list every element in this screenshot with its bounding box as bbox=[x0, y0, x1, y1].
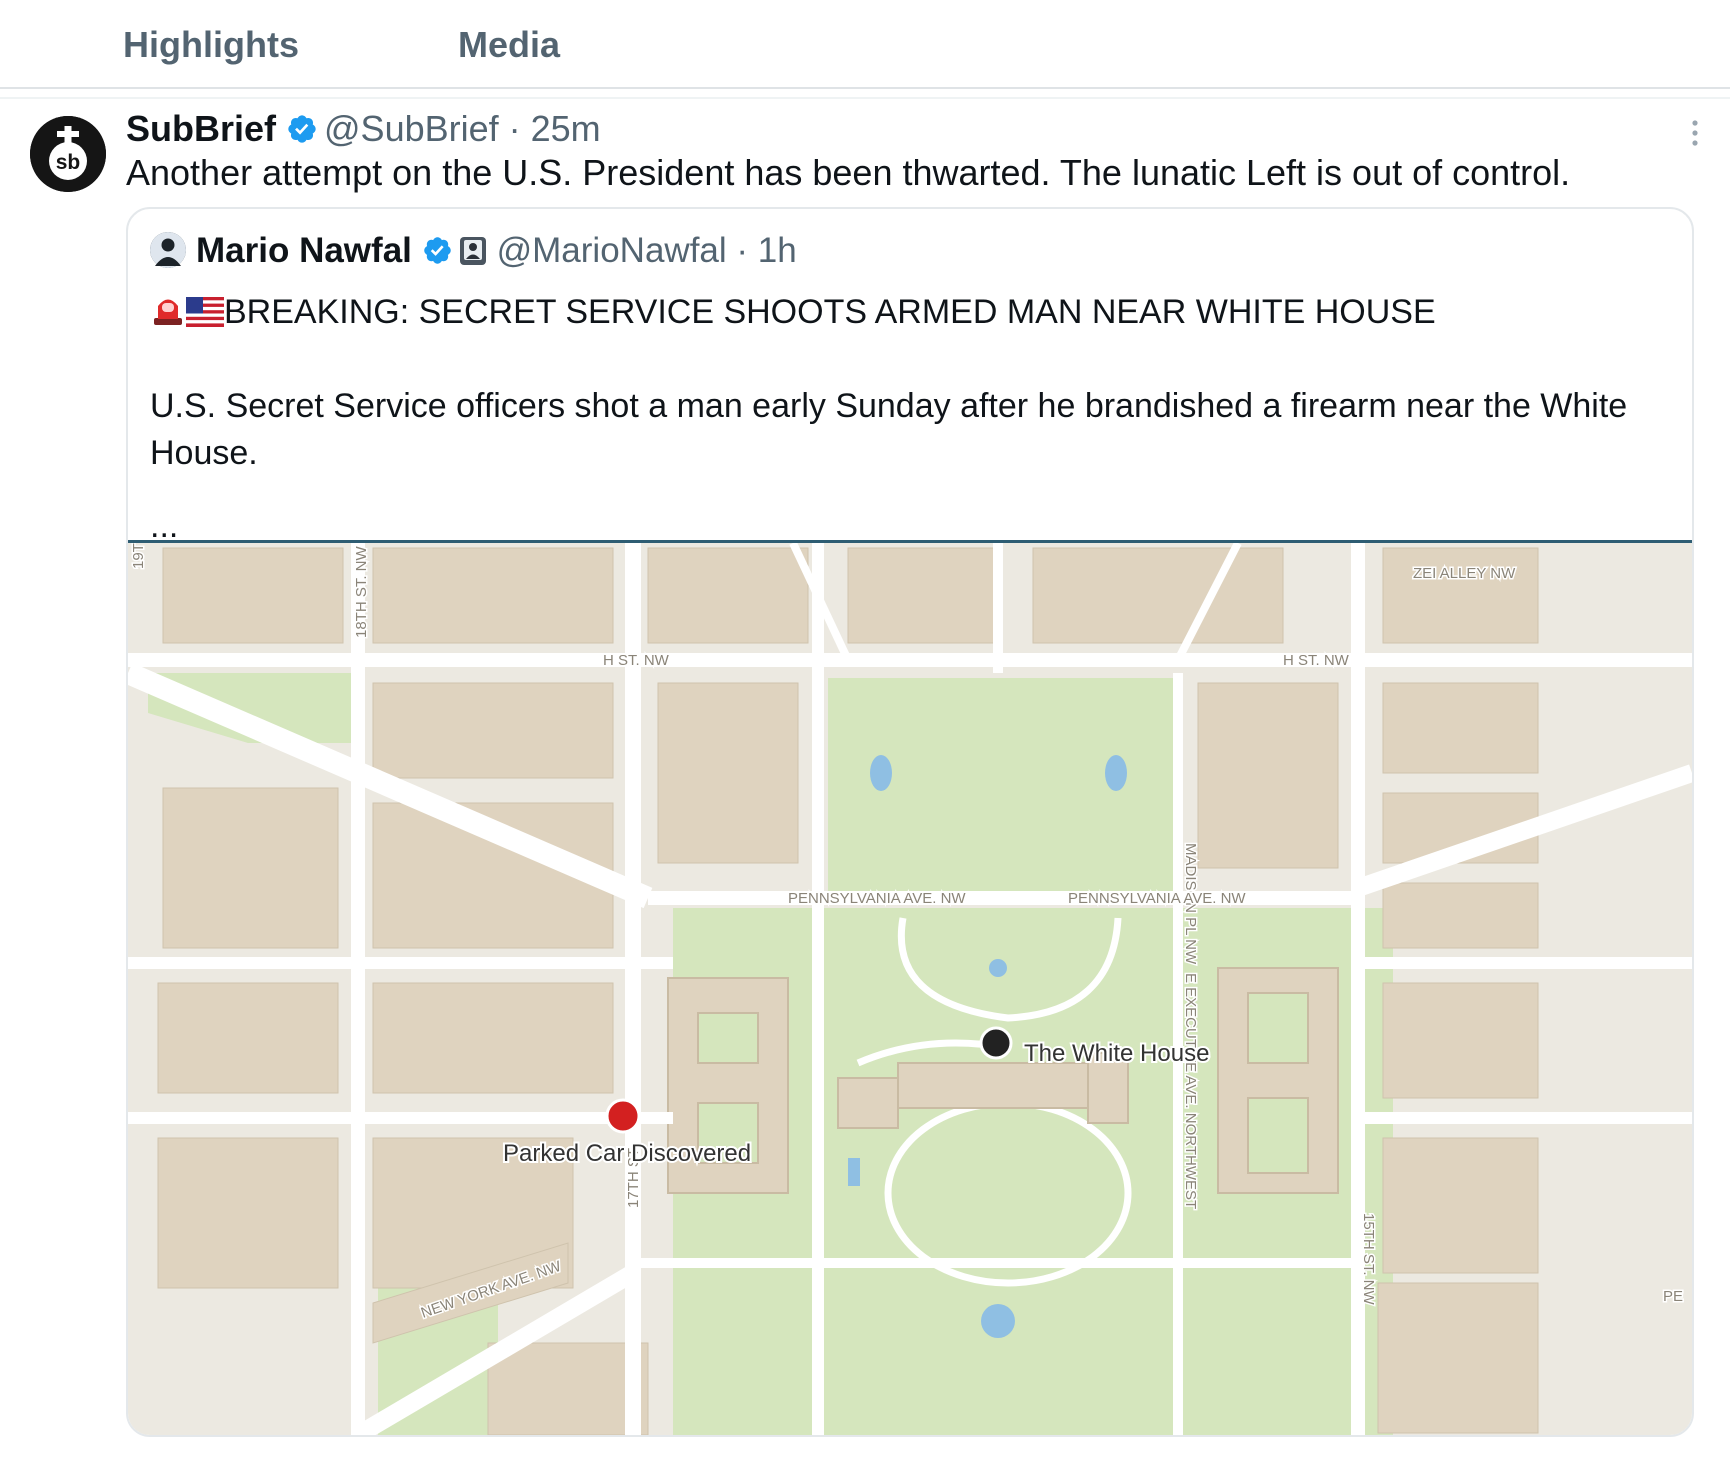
tab-highlights[interactable]: Highlights bbox=[123, 24, 299, 66]
author-name[interactable]: SubBrief bbox=[126, 108, 276, 149]
more-vertical-icon bbox=[1692, 120, 1698, 146]
tab-media[interactable]: Media bbox=[458, 24, 560, 66]
quoted-author-name[interactable]: Mario Nawfal bbox=[196, 231, 412, 270]
quoted-headline: BREAKING: SECRET SERVICE SHOOTS ARMED MA… bbox=[224, 293, 1436, 331]
affiliate-badge-icon bbox=[459, 235, 487, 275]
avatar-logo-text: sb bbox=[56, 151, 81, 174]
map-image[interactable]: H ST. NW H ST. NW ZEI ALLEY NW 19T 18TH … bbox=[128, 540, 1692, 1435]
author-avatar[interactable]: sb bbox=[30, 116, 106, 192]
subbrief-logo-icon: sb bbox=[30, 116, 106, 192]
quoted-meta-separator: · bbox=[726, 231, 758, 270]
parked-car-label: Parked Car Discovered bbox=[503, 1140, 751, 1167]
quoted-author-avatar[interactable] bbox=[150, 232, 186, 268]
siren-emoji-icon bbox=[150, 291, 186, 336]
label-15th-st: 15TH ST. NW bbox=[1360, 1213, 1377, 1306]
more-options-button[interactable] bbox=[1688, 118, 1702, 153]
map-svg: H ST. NW H ST. NW ZEI ALLEY NW 19T 18TH … bbox=[128, 543, 1692, 1435]
quoted-author-handle[interactable]: @MarioNawfal bbox=[497, 231, 727, 270]
person-avatar-icon bbox=[150, 232, 186, 268]
post-time[interactable]: 25m bbox=[531, 108, 601, 149]
post-text: Another attempt on the U.S. President ha… bbox=[126, 152, 1571, 193]
quoted-header: Mario Nawfal @MarioNawfal · 1h bbox=[150, 231, 797, 275]
label-h-st-right: H ST. NW bbox=[1283, 652, 1350, 669]
label-zei-alley: ZEI ALLEY NW bbox=[1413, 565, 1516, 582]
label-h-st-left: H ST. NW bbox=[603, 652, 670, 669]
label-e-executive-ave: E EXECUTIVE AVE. NORTHWEST bbox=[1182, 973, 1199, 1209]
quoted-post-time[interactable]: 1h bbox=[758, 231, 797, 270]
post-divider bbox=[0, 97, 1730, 99]
quoted-headline-line: BREAKING: SECRET SERVICE SHOOTS ARMED MA… bbox=[150, 291, 1436, 336]
meta-separator: · bbox=[498, 108, 531, 149]
label-penn-ave-right: PENNSYLVANIA AVE. NW bbox=[1068, 890, 1246, 907]
label-19th-edge: 19T bbox=[130, 543, 147, 569]
white-house-label: The White House bbox=[1024, 1040, 1209, 1067]
quoted-body: U.S. Secret Service officers shot a man … bbox=[150, 387, 1628, 472]
label-pe-edge: PE bbox=[1663, 1288, 1683, 1305]
us-flag-emoji-icon bbox=[186, 297, 224, 336]
verified-badge-icon bbox=[286, 112, 318, 154]
profile-tabs: Highlights Media bbox=[0, 0, 1730, 99]
label-18th-st: 18TH ST. NW bbox=[353, 545, 370, 638]
author-handle[interactable]: @SubBrief bbox=[324, 108, 499, 149]
label-penn-ave-left: PENNSYLVANIA AVE. NW bbox=[788, 890, 966, 907]
quoted-verified-badge-icon bbox=[422, 235, 453, 275]
tabs-divider bbox=[0, 87, 1730, 89]
post-header: SubBrief @SubBrief · 25m bbox=[126, 108, 601, 154]
quoted-post[interactable]: Mario Nawfal @MarioNawfal · 1h BREAKING:… bbox=[126, 207, 1694, 1437]
